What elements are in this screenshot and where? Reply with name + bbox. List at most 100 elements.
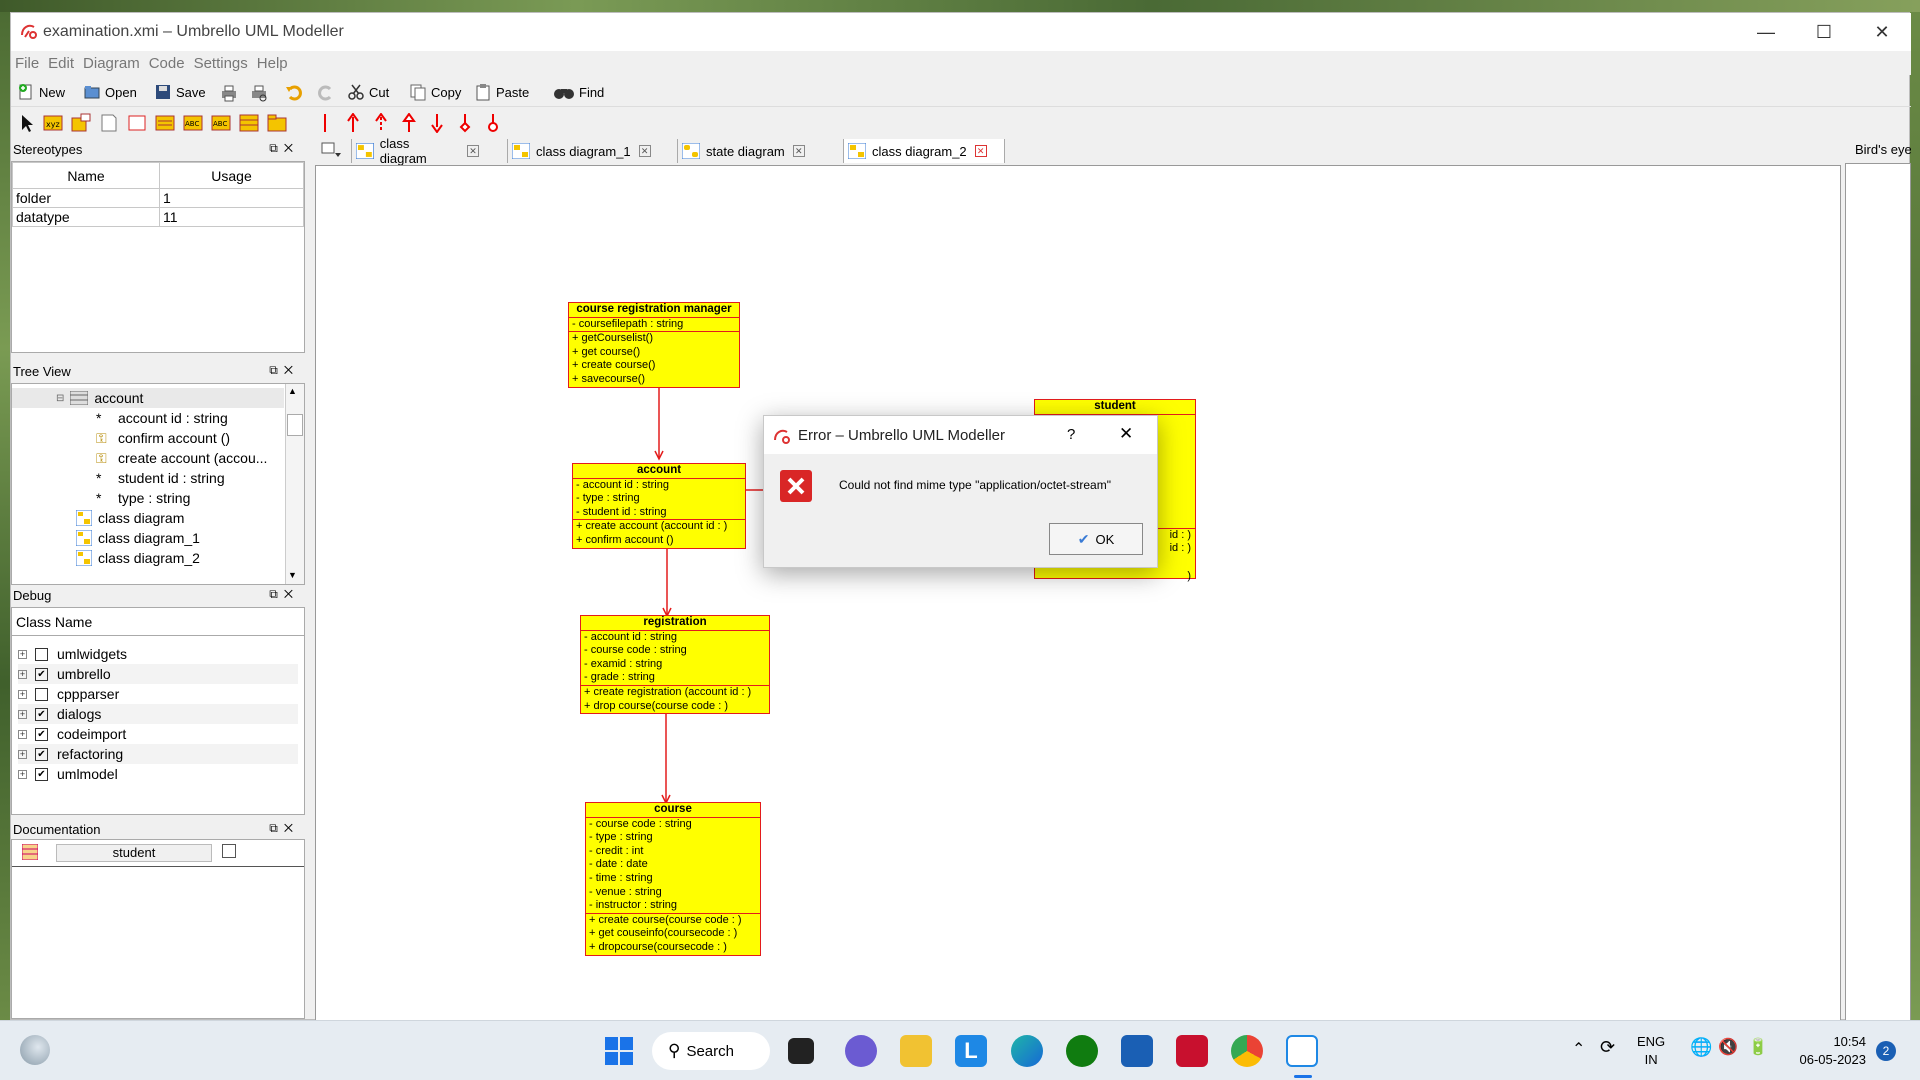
menu-help[interactable]: Help	[253, 51, 293, 72]
expand-icon[interactable]: +	[18, 769, 27, 779]
documentation-checkbox[interactable]	[222, 844, 236, 858]
debug-item[interactable]: + cppparser	[18, 684, 119, 704]
cut-button[interactable]: Cut	[347, 81, 389, 103]
column-header-name[interactable]: Name	[12, 162, 160, 189]
debug-item[interactable]: + ✔ codeimport	[18, 724, 126, 744]
containment-icon[interactable]	[427, 113, 447, 133]
class-tool-icon[interactable]: xyz	[43, 113, 63, 133]
save-button[interactable]: Save	[154, 81, 206, 103]
box-tool-icon[interactable]	[127, 113, 147, 133]
tree-scrollbar[interactable]: ▲ ▼	[285, 384, 304, 584]
print-icon[interactable]	[219, 83, 239, 103]
dialog-close-button[interactable]: ✕	[1119, 424, 1133, 444]
task-view-icon[interactable]	[788, 1038, 814, 1064]
template-class-icon[interactable]	[71, 113, 91, 133]
package-tool-icon[interactable]	[267, 113, 287, 133]
menu-code[interactable]: Code	[145, 51, 190, 72]
select-arrow-icon[interactable]	[17, 113, 37, 133]
datatype-tool-icon[interactable]: ABC	[211, 113, 231, 133]
redo-icon[interactable]	[314, 83, 336, 103]
undo-icon[interactable]	[284, 83, 306, 103]
help-button[interactable]: ?	[1067, 426, 1075, 443]
windows-start-icon[interactable]	[603, 1035, 635, 1067]
copy-button[interactable]: Copy	[409, 81, 461, 103]
table-row[interactable]: folder 1	[12, 188, 304, 208]
expand-icon[interactable]: +	[18, 649, 27, 659]
minimize-button[interactable]: —	[1737, 13, 1795, 51]
expand-icon[interactable]: +	[18, 729, 27, 739]
tab-state-diagram[interactable]: state diagram ✕	[677, 139, 819, 163]
entity-tool-icon[interactable]	[239, 113, 259, 133]
collapse-icon[interactable]: ⊟	[56, 393, 64, 404]
menu-diagram[interactable]: Diagram	[79, 51, 145, 72]
scroll-down-icon[interactable]: ▼	[288, 570, 297, 580]
debug-column-header[interactable]: Class Name	[12, 608, 304, 636]
debug-item[interactable]: + ✔ dialogs	[18, 704, 298, 724]
expand-icon[interactable]: +	[18, 709, 27, 719]
new-button[interactable]: New	[17, 81, 65, 103]
checkbox[interactable]: ✔	[35, 707, 48, 721]
find-button[interactable]: Find	[553, 81, 604, 103]
xbox-icon[interactable]	[1066, 1035, 1098, 1067]
tree-item-operation[interactable]: ⚿ create account (accou...	[96, 448, 267, 468]
expand-icon[interactable]: +	[18, 669, 27, 679]
diagram-canvas[interactable]: course registration manager - coursefile…	[315, 165, 1841, 1021]
checkbox[interactable]: ✔	[35, 727, 48, 741]
file-explorer-icon[interactable]	[900, 1035, 932, 1067]
aggregation-icon[interactable]	[455, 113, 475, 133]
directed-association-icon[interactable]	[343, 113, 363, 133]
class-course[interactable]: course - course code : string - type : s…	[585, 802, 761, 956]
expand-icon[interactable]: +	[18, 689, 27, 699]
class-registration[interactable]: registration - account id : string - cou…	[580, 615, 770, 715]
print-preview-icon[interactable]	[249, 83, 269, 103]
menu-edit[interactable]: Edit	[44, 51, 79, 72]
language-indicator[interactable]: ENG IN	[1637, 1033, 1665, 1069]
dependency-icon[interactable]	[371, 113, 391, 133]
checkbox[interactable]	[35, 687, 48, 701]
panel-float-close-icons[interactable]: ⧉✕	[269, 363, 299, 378]
close-tab-icon[interactable]: ✕	[467, 145, 479, 157]
menu-settings[interactable]: Settings	[190, 51, 253, 72]
debug-item[interactable]: + ✔ umlmodel	[18, 764, 118, 784]
network-globe-icon[interactable]: 🌐	[1690, 1037, 1712, 1058]
class-course-registration-manager[interactable]: course registration manager - coursefile…	[568, 302, 740, 388]
composition-icon[interactable]	[483, 113, 503, 133]
checkbox[interactable]: ✔	[35, 767, 48, 781]
sync-icon[interactable]: ⟳	[1600, 1037, 1615, 1058]
show-hidden-icons-chevron-icon[interactable]: ⌃	[1572, 1039, 1585, 1059]
new-tab-dropdown-icon[interactable]	[321, 141, 343, 159]
tree-item-account[interactable]: ⊟ account	[12, 388, 284, 408]
enum-tool-icon[interactable]: ABC	[183, 113, 203, 133]
tab-class-diagram-2[interactable]: class diagram_2 ✕	[843, 139, 1005, 163]
microsoft-store-icon[interactable]	[1121, 1035, 1153, 1067]
maximize-button[interactable]: ☐	[1795, 13, 1853, 51]
tab-class-diagram-1[interactable]: class diagram_1 ✕	[507, 139, 663, 163]
taskbar-search[interactable]: ⚲ Search	[652, 1032, 770, 1070]
tree-item-attribute[interactable]: * student id : string	[96, 468, 225, 488]
close-tab-icon[interactable]: ✕	[974, 145, 987, 157]
checkbox[interactable]: ✔	[35, 747, 48, 761]
tree-item-attribute[interactable]: * account id : string	[96, 408, 228, 428]
tree-item-diagram[interactable]: class diagram	[76, 508, 184, 528]
generalization-icon[interactable]	[399, 113, 419, 133]
debug-item[interactable]: + umlwidgets	[18, 644, 127, 664]
speaker-muted-icon[interactable]: 🔇	[1718, 1037, 1738, 1057]
tree-item-attribute[interactable]: * type : string	[96, 488, 190, 508]
column-header-usage[interactable]: Usage	[159, 162, 304, 189]
clock[interactable]: 10:54 06-05-2023	[1780, 1033, 1867, 1069]
expand-icon[interactable]: +	[18, 749, 27, 759]
text-tool-icon[interactable]	[155, 113, 175, 133]
documentation-name-field[interactable]: student	[56, 844, 212, 862]
class-account[interactable]: account - account id : string - type : s…	[572, 463, 746, 549]
note-tool-icon[interactable]	[99, 113, 119, 133]
tree-item-operation[interactable]: ⚿ confirm account ()	[96, 428, 230, 448]
scrollbar-thumb[interactable]	[287, 414, 303, 436]
paste-button[interactable]: Paste	[474, 81, 529, 103]
close-tab-icon[interactable]: ✕	[792, 145, 805, 157]
launcher-l-icon[interactable]: L	[955, 1035, 987, 1067]
panel-float-close-icons[interactable]: ⧉✕	[269, 821, 299, 836]
debug-item[interactable]: + ✔ refactoring	[18, 744, 298, 764]
tab-class-diagram[interactable]: class diagram ✕	[351, 136, 479, 166]
mcafee-icon[interactable]	[1176, 1035, 1208, 1067]
association-icon[interactable]	[315, 113, 335, 133]
